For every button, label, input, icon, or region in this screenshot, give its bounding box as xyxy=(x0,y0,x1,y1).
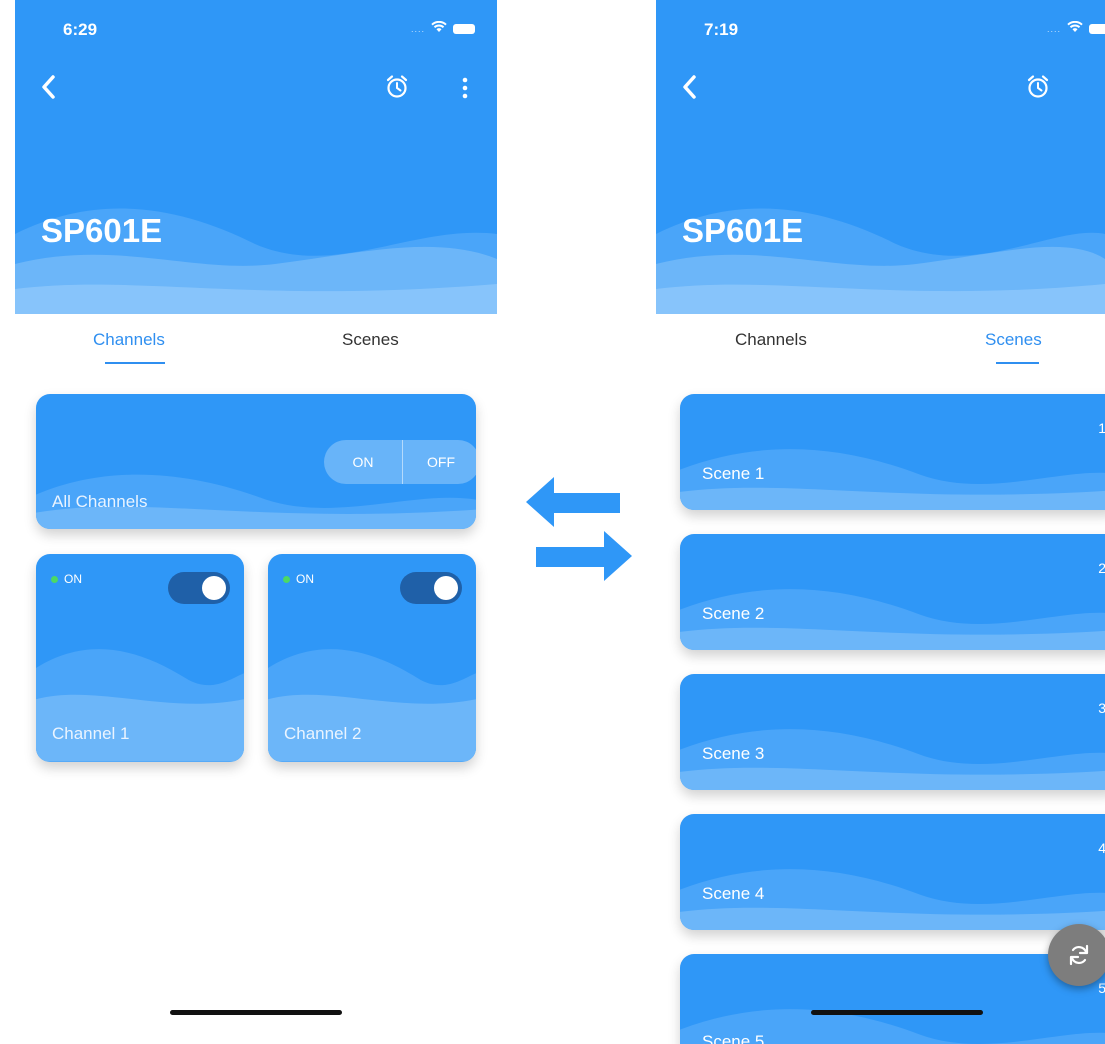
scene-card-5[interactable]: 5 Scene 5 xyxy=(680,954,1105,1044)
device-title: SP601E xyxy=(41,212,163,249)
scene-number: 3 xyxy=(1098,700,1105,716)
scene-number: 1 xyxy=(1098,420,1105,436)
status-icons: .... xyxy=(1047,20,1105,37)
channels-screen: 6:29 .... SP601E Channels Scenes ON OFF … xyxy=(15,0,497,1044)
device-header: 7:19 .... SP601E xyxy=(656,0,1105,314)
channel-status: ON xyxy=(283,572,314,586)
wifi-icon xyxy=(431,20,447,37)
active-tab-indicator xyxy=(996,362,1039,364)
status-icons: .... xyxy=(411,20,475,37)
channel-label: Channel 1 xyxy=(52,724,130,743)
channel-2-toggle[interactable] xyxy=(400,572,462,604)
home-indicator xyxy=(170,1010,342,1015)
active-tab-indicator xyxy=(105,362,165,364)
scene-label: Scene 4 xyxy=(702,884,765,903)
channel-status-text: ON xyxy=(296,572,314,586)
tab-bar: Channels Scenes xyxy=(15,314,497,374)
more-vertical-icon[interactable] xyxy=(461,76,469,100)
device-header: 6:29 .... SP601E xyxy=(15,0,497,314)
scene-number: 5 xyxy=(1098,980,1105,996)
signal-icon: .... xyxy=(410,23,425,34)
channel-card-2[interactable]: ON Channel 2 xyxy=(268,554,476,762)
wifi-icon xyxy=(1067,20,1083,37)
channel-status: ON xyxy=(51,572,82,586)
all-channels-card: ON OFF All Channels xyxy=(36,394,476,529)
chevron-left-icon[interactable] xyxy=(37,72,61,102)
scene-card-2[interactable]: 2 Scene 2 xyxy=(680,534,1105,650)
channel-status-text: ON xyxy=(64,572,82,586)
swap-arrows-icon xyxy=(526,477,632,581)
toggle-knob xyxy=(202,576,226,600)
alarm-clock-icon[interactable] xyxy=(1026,74,1050,100)
scene-number: 2 xyxy=(1098,560,1105,576)
battery-icon xyxy=(1089,23,1105,34)
chevron-left-icon[interactable] xyxy=(678,72,702,102)
scene-card-4[interactable]: 4 Scene 4 xyxy=(680,814,1105,930)
home-indicator xyxy=(811,1010,983,1015)
status-dot xyxy=(283,575,290,583)
status-time: 7:19 xyxy=(704,20,739,39)
battery-icon xyxy=(453,23,475,34)
alarm-clock-icon[interactable] xyxy=(385,74,409,100)
scene-label: Scene 5 xyxy=(702,1032,765,1044)
status-time: 6:29 xyxy=(63,20,98,39)
toggle-knob xyxy=(434,576,458,600)
status-dot xyxy=(51,575,58,583)
scene-number: 4 xyxy=(1098,840,1105,856)
all-on-button[interactable]: ON xyxy=(324,440,402,484)
tab-channels[interactable]: Channels xyxy=(93,330,165,350)
scenes-screen: 7:19 .... SP601E Channels Scenes 1 Scene… xyxy=(656,0,1105,1044)
scene-label: Scene 2 xyxy=(702,604,765,623)
signal-icon: .... xyxy=(1046,23,1061,34)
scene-card-1[interactable]: 1 Scene 1 xyxy=(680,394,1105,510)
scene-label: Scene 1 xyxy=(702,464,765,483)
tab-channels[interactable]: Channels xyxy=(735,330,807,350)
all-channels-switch: ON OFF xyxy=(324,440,476,484)
refresh-icon xyxy=(1069,944,1089,966)
all-channels-label: All Channels xyxy=(52,492,148,511)
tab-scenes[interactable]: Scenes xyxy=(985,330,1042,350)
channel-1-toggle[interactable] xyxy=(168,572,230,604)
channel-card-1[interactable]: ON Channel 1 xyxy=(36,554,244,762)
scene-label: Scene 3 xyxy=(702,744,765,763)
device-title: SP601E xyxy=(682,212,804,249)
channel-label: Channel 2 xyxy=(284,724,362,743)
all-off-button[interactable]: OFF xyxy=(402,440,476,484)
scene-card-3[interactable]: 3 Scene 3 xyxy=(680,674,1105,790)
tab-scenes[interactable]: Scenes xyxy=(342,330,399,350)
tab-bar: Channels Scenes xyxy=(656,314,1105,374)
refresh-button[interactable] xyxy=(1048,924,1105,986)
